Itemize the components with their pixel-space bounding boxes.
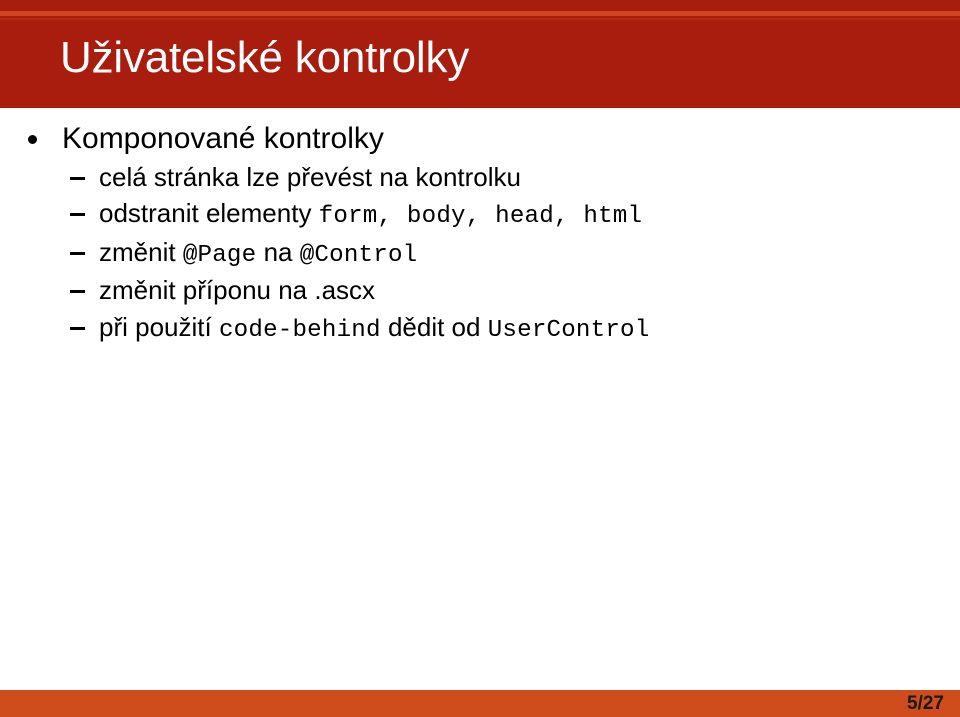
list-item: odstranit elementy form, body, head, htm…: [0, 198, 960, 231]
text-span: změnit: [99, 236, 183, 267]
text-span: odstranit elementy: [99, 198, 319, 229]
slide-body: Komponované kontrolky celá stránka lze p…: [0, 108, 960, 682]
list-item-label: odstranit elementy form, body, head, htm…: [99, 198, 643, 231]
page-number: 5/27: [907, 693, 944, 714]
text-span: při použití: [99, 311, 219, 342]
dash-bullet-icon: [70, 213, 85, 217]
round-bullet-icon: [28, 135, 37, 145]
text-span: dědit od: [380, 311, 488, 342]
dash-bullet-icon: [70, 327, 85, 330]
list-item: Komponované kontrolky: [0, 122, 960, 156]
code-span: @Control: [299, 241, 418, 269]
dash-bullet-icon: [70, 176, 85, 180]
header-accent-stripe-thin: [0, 18, 960, 20]
text-span: celá stránka lze převést na kontrolku: [99, 161, 521, 192]
slide: Uživatelské kontrolky Komponované kontro…: [0, 0, 960, 717]
list-item: celá stránka lze převést na kontrolku: [0, 162, 960, 193]
list-item: při použití code-behind dědit od UserCon…: [0, 311, 960, 345]
slide-header: Uživatelské kontrolky: [0, 0, 960, 108]
dash-bullet-icon: [70, 290, 85, 294]
list-item-label: změnit příponu na .ascx: [99, 275, 376, 306]
code-span: @Page: [182, 241, 257, 269]
code-span: UserControl: [487, 316, 650, 344]
list-item: změnit příponu na .ascx: [0, 276, 960, 306]
text-span: změnit příponu na .ascx: [99, 275, 376, 306]
page-title: Uživatelské kontrolky: [60, 33, 470, 82]
header-accent-stripe: [0, 11, 960, 16]
list-item: změnit @Page na @Control: [0, 236, 960, 270]
text-span: na: [256, 236, 300, 267]
list-item-label: změnit @Page na @Control: [99, 236, 418, 269]
slide-footer: 5/27: [0, 690, 960, 717]
list-item-label: Komponované kontrolky: [62, 122, 384, 155]
code-span: form, body, head, html: [318, 203, 643, 231]
list-item-label: celá stránka lze převést na kontrolku: [99, 162, 521, 192]
dash-bullet-icon: [70, 251, 85, 255]
code-span: code-behind: [218, 316, 381, 344]
list-item-label: při použití code-behind dědit od UserCon…: [99, 311, 650, 344]
